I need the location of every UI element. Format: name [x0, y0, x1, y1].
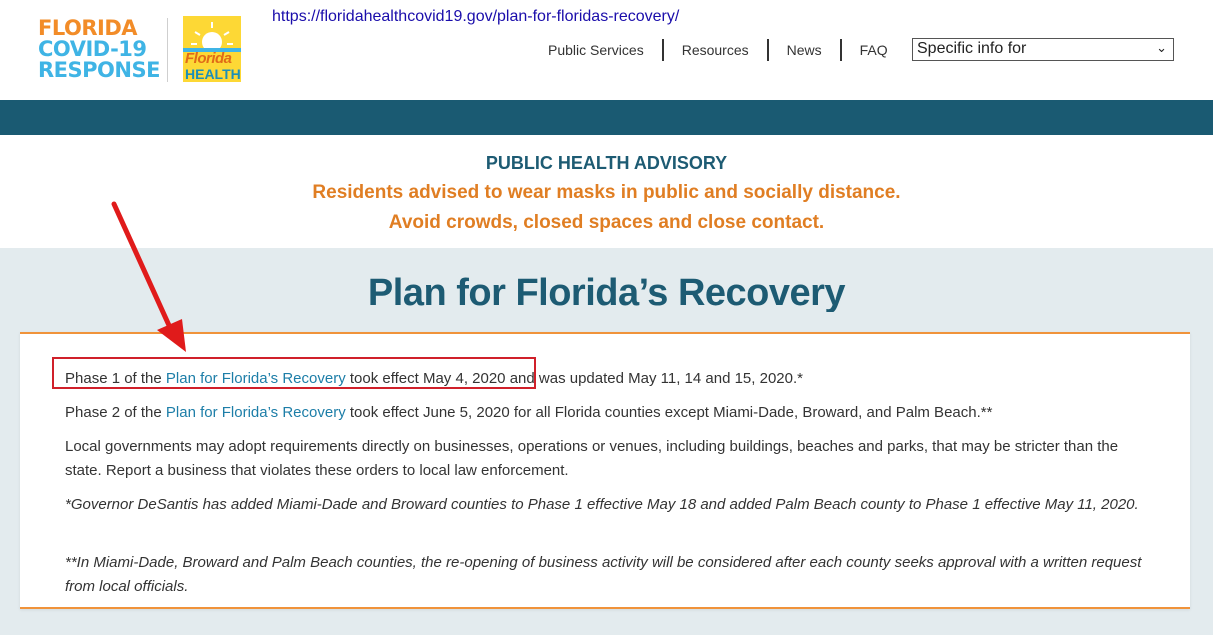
main-nav: Public Services Resources News FAQ: [530, 38, 906, 62]
nav-news[interactable]: News: [769, 39, 842, 61]
select-value: Specific info for: [917, 40, 1027, 57]
footnote-2: **In Miami-Dade, Broward and Palm Beach …: [65, 554, 1142, 595]
nav-resources[interactable]: Resources: [664, 39, 769, 61]
plan-link-2[interactable]: Plan for Florida’s Recovery: [166, 404, 346, 421]
public-health-advisory: PUBLIC HEALTH ADVISORY Residents advised…: [0, 135, 1213, 248]
local-governments-paragraph: Local governments may adopt requirements…: [65, 438, 1119, 479]
logo-line-3: RESPONSE: [38, 58, 160, 82]
page-url[interactable]: https://floridahealthcovid19.gov/plan-fo…: [272, 8, 679, 26]
p2-post: took effect June 5, 2020 for all Florida…: [345, 404, 993, 421]
fh-logo-line-1: Florida: [185, 50, 232, 67]
specific-info-select[interactable]: Specific info for ⌄: [912, 38, 1174, 61]
nav-faq[interactable]: FAQ: [842, 39, 906, 61]
advisory-title: PUBLIC HEALTH ADVISORY: [485, 153, 728, 173]
florida-health-logo[interactable]: Florida HEALTH: [183, 16, 241, 82]
annotation-highlight-box: [52, 357, 536, 389]
p1-post: and was updated May 11, 14 and 15, 2020.…: [505, 370, 803, 387]
logo-line-1: FLORIDA: [38, 16, 137, 40]
phase-2-paragraph: Phase 2 of the Plan for Florida’s Recove…: [65, 401, 1155, 425]
nav-public-services[interactable]: Public Services: [530, 39, 664, 61]
advisory-line-1: Residents advised to wear masks in publi…: [312, 182, 901, 203]
florida-covid19-logo[interactable]: FLORIDA COVID-19 RESPONSE: [38, 18, 160, 81]
logo-line-2: COVID-19: [38, 37, 147, 61]
logo-divider: [167, 18, 168, 82]
chevron-down-icon: ⌄: [1156, 40, 1167, 55]
advisory-line-2: Avoid crowds, closed spaces and close co…: [388, 212, 825, 233]
fh-logo-line-2: HEALTH: [185, 66, 241, 82]
footnote-1: *Governor DeSantis has added Miami-Dade …: [65, 496, 1139, 513]
p2-pre: Phase 2 of the: [65, 404, 166, 421]
site-header: FLORIDA COVID-19 RESPONSE Florida HEALTH…: [0, 0, 1213, 100]
page-title: Plan for Florida’s Recovery: [367, 272, 846, 312]
teal-banner-bar: [0, 100, 1213, 135]
